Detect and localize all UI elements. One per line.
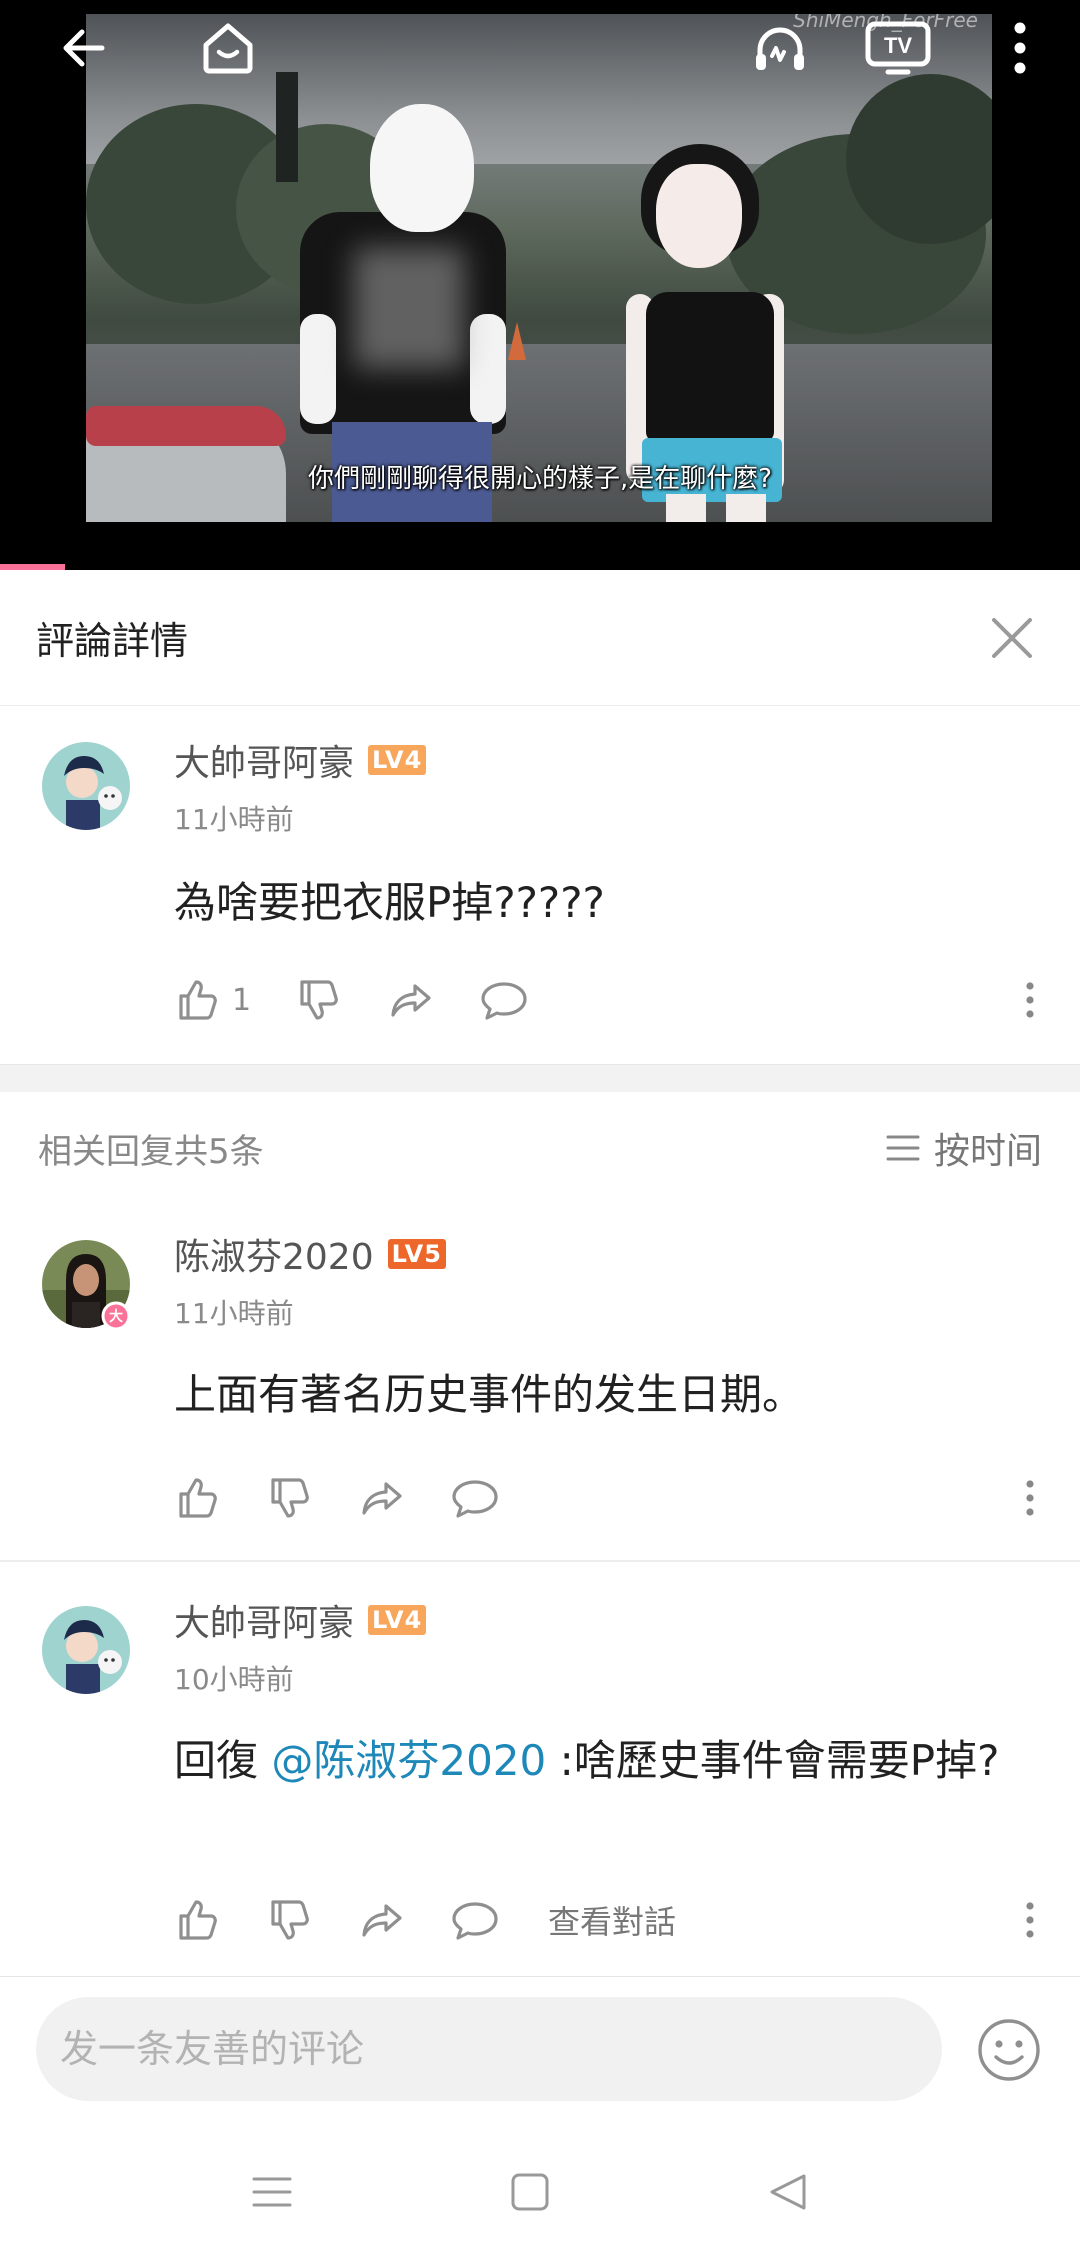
back-arrow-icon xyxy=(63,29,105,67)
close-icon xyxy=(992,617,1032,658)
avatar[interactable] xyxy=(42,1606,130,1694)
square-icon xyxy=(511,2173,549,2211)
comment-time: 11小時前 xyxy=(174,1297,294,1330)
chat-bubble-icon xyxy=(481,982,527,1020)
dislike-button[interactable] xyxy=(295,970,343,1030)
emoji-icon xyxy=(978,2019,1040,2081)
reply-item: 大帥哥阿豪 LV4 10小時前 回復 @陈淑芬2020 :啥歷史事件會需要P掉?… xyxy=(0,1562,1080,1976)
back-button[interactable] xyxy=(48,12,120,84)
emoji-button[interactable] xyxy=(976,2017,1042,2083)
more-vertical-icon xyxy=(1026,982,1034,1018)
vip-badge: 大 xyxy=(109,1308,123,1325)
comment-detail-header: 評論詳情 xyxy=(0,570,1080,706)
comment-input-bar xyxy=(0,1976,1080,2116)
tv-cast-button[interactable]: TV xyxy=(862,12,934,84)
level-badge: LV4 xyxy=(368,1605,427,1635)
comment-time: 10小時前 xyxy=(174,1663,294,1696)
comment-more-button[interactable] xyxy=(1000,1468,1060,1528)
like-button[interactable]: 1 xyxy=(174,970,251,1030)
more-vertical-icon xyxy=(1026,1480,1034,1516)
svg-text:TV: TV xyxy=(884,33,912,58)
thumbs-down-icon xyxy=(271,1478,309,1518)
nav-menu-button[interactable] xyxy=(236,2156,308,2228)
reply-button[interactable] xyxy=(450,1890,500,1950)
share-button[interactable] xyxy=(387,970,435,1030)
avatar[interactable] xyxy=(42,742,130,830)
tv-cast-icon: TV xyxy=(865,21,931,75)
dislike-button[interactable] xyxy=(266,1890,314,1950)
nav-back-button[interactable] xyxy=(752,2156,824,2228)
like-button[interactable] xyxy=(174,1468,222,1528)
view-conversation-link[interactable]: 查看對話 xyxy=(548,1897,676,1943)
video-player[interactable]: ShiMengh_ForFree 你們剛剛聊得很開心的樣子,是在聊什麼? TV xyxy=(0,0,1080,570)
like-button[interactable] xyxy=(174,1890,222,1950)
like-count: 1 xyxy=(232,982,252,1018)
audio-mode-button[interactable] xyxy=(744,12,816,84)
section-divider xyxy=(0,1064,1080,1092)
thumbs-down-icon xyxy=(300,980,338,1020)
mention-link[interactable]: @陈淑芬2020 xyxy=(271,1736,546,1785)
home-button[interactable] xyxy=(192,12,264,84)
username[interactable]: 陈淑芬2020 xyxy=(174,1228,374,1280)
list-icon xyxy=(886,1135,920,1161)
more-vertical-icon xyxy=(1026,1902,1034,1938)
close-button[interactable] xyxy=(980,606,1044,670)
audio-mode-icon xyxy=(756,27,804,70)
reply-button[interactable] xyxy=(450,1468,500,1528)
reply-prefix: 回復 xyxy=(174,1736,272,1785)
share-icon xyxy=(362,1482,402,1515)
avatar[interactable]: 大 xyxy=(42,1240,131,1331)
level-badge: LV4 xyxy=(368,745,427,775)
comment-text: 上面有著名历史事件的发生日期。 xyxy=(174,1370,805,1419)
sort-by-time-button[interactable]: 按时间 xyxy=(886,1122,1042,1174)
share-icon xyxy=(391,984,431,1017)
username[interactable]: 大帥哥阿豪 xyxy=(174,1594,354,1646)
reply-item: 大 陈淑芬2020 LV5 11小時前 上面有著名历史事件的发生日期。 xyxy=(0,1204,1080,1560)
thumbs-up-icon xyxy=(179,980,217,1020)
thumbs-up-icon xyxy=(179,1900,217,1940)
main-comment: 大帥哥阿豪 LV4 11小時前 為啥要把衣服P掉????? 1 xyxy=(0,706,1080,1062)
replies-header: 相关回复共5条 按时间 xyxy=(0,1092,1080,1204)
thumbs-down-icon xyxy=(271,1900,309,1940)
share-icon xyxy=(362,1904,402,1937)
video-subtitle: 你們剛剛聊得很開心的樣子,是在聊什麼? xyxy=(307,464,773,494)
comment-more-button[interactable] xyxy=(1000,970,1060,1030)
reply-body: :啥歷史事件會需要P掉? xyxy=(546,1736,1000,1785)
username[interactable]: 大帥哥阿豪 xyxy=(174,734,354,786)
comment-text: 回復 @陈淑芬2020 :啥歷史事件會需要P掉? xyxy=(174,1726,1020,1796)
replies-count: 相关回复共5条 xyxy=(38,1131,264,1172)
nav-home-button[interactable] xyxy=(494,2156,566,2228)
system-navigation-bar xyxy=(0,2132,1080,2254)
comment-text: 為啥要把衣服P掉????? xyxy=(174,878,605,927)
video-frame: ShiMengh_ForFree xyxy=(86,14,992,522)
more-vertical-icon xyxy=(1014,22,1026,74)
chat-bubble-icon xyxy=(452,1902,498,1940)
comment-input-container[interactable] xyxy=(36,1997,942,2101)
comment-more-button[interactable] xyxy=(1000,1890,1060,1950)
panel-title: 評論詳情 xyxy=(36,619,189,663)
dislike-button[interactable] xyxy=(266,1468,314,1528)
triangle-back-icon xyxy=(770,2174,806,2210)
chat-bubble-icon xyxy=(452,1480,498,1518)
menu-icon xyxy=(252,2177,292,2207)
reply-button[interactable] xyxy=(479,970,529,1030)
share-button[interactable] xyxy=(358,1890,406,1950)
more-options-button[interactable] xyxy=(984,12,1056,84)
share-button[interactable] xyxy=(358,1468,406,1528)
home-icon xyxy=(203,23,253,74)
comment-time: 11小時前 xyxy=(174,803,294,836)
comment-input[interactable] xyxy=(60,2027,942,2071)
sort-label: 按时间 xyxy=(933,1131,1042,1172)
thumbs-up-icon xyxy=(179,1478,217,1518)
level-badge: LV5 xyxy=(387,1239,446,1269)
